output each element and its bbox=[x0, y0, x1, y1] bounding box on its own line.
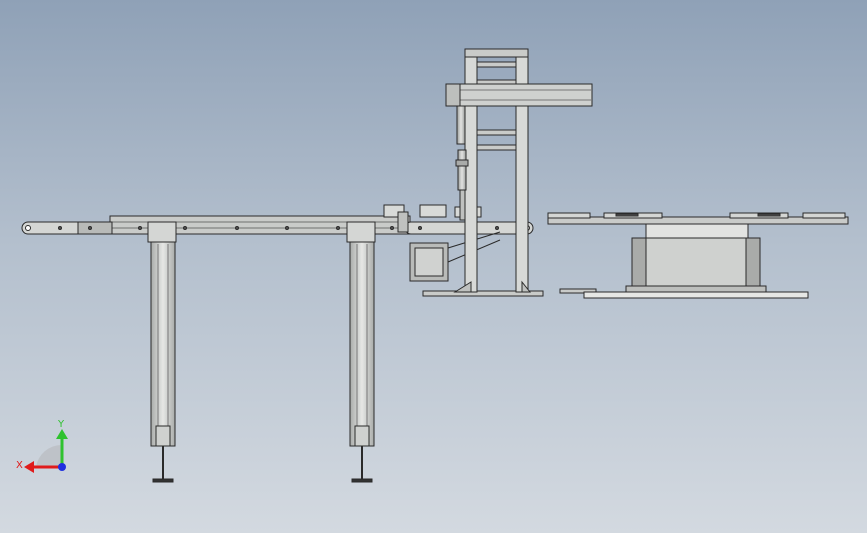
conveyor-belt[interactable] bbox=[21, 204, 534, 235]
y-axis-label: Y bbox=[57, 419, 65, 430]
drive-motor[interactable] bbox=[409, 231, 501, 282]
gantry-crossbeam[interactable] bbox=[445, 83, 593, 107]
cad-assembly-view[interactable]: Y X bbox=[0, 0, 867, 533]
coordinate-triad: Y X bbox=[16, 419, 68, 473]
conveyor-leg-right[interactable] bbox=[346, 221, 376, 483]
conveyor-leg-left[interactable] bbox=[147, 221, 177, 483]
cad-viewport[interactable]: Y X bbox=[0, 0, 867, 533]
rotary-table[interactable] bbox=[547, 212, 849, 225]
z-axis-icon bbox=[58, 463, 66, 471]
x-axis-label: X bbox=[16, 460, 23, 471]
turntable-base[interactable] bbox=[625, 223, 767, 293]
